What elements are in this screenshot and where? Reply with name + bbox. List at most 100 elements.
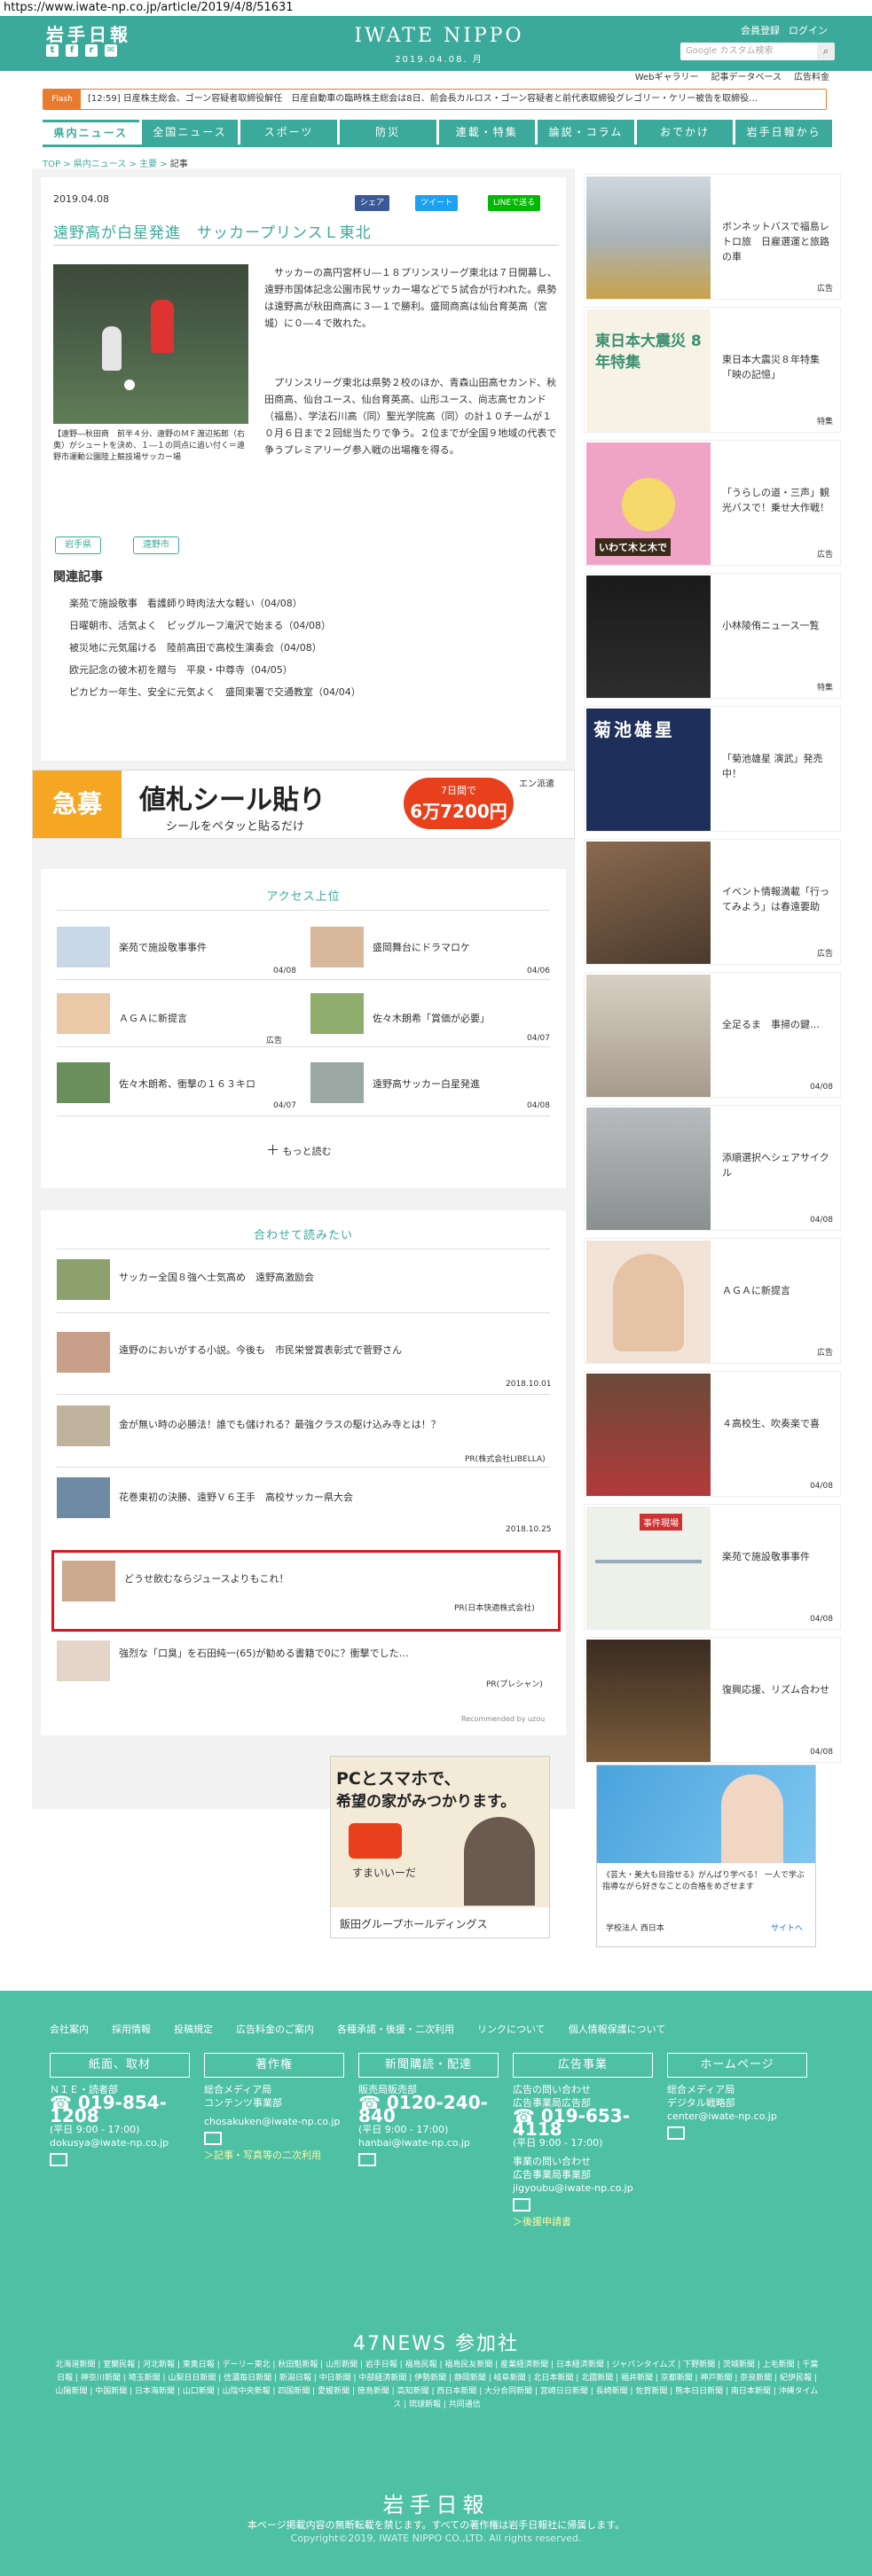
footer-secondary-link[interactable]: ＞記事・写真等の二次利用 (204, 2149, 355, 2162)
mail-icon[interactable] (204, 2132, 222, 2145)
recommend-thumb[interactable] (62, 1561, 115, 1601)
mail-icon[interactable] (50, 2153, 67, 2166)
recommend-item[interactable]: サッカー全国８強へ士気高め 遠野高激励会 (119, 1270, 314, 1284)
mail-icon[interactable] (513, 2198, 530, 2212)
footer-box-advertising[interactable]: 広告事業 (513, 2053, 653, 2078)
sidebar-item[interactable]: ＡＧＡに新提言 広告 (584, 1238, 841, 1364)
ranking-item[interactable]: 楽苑で施設敬事事件 (119, 940, 207, 954)
flash-news-ticker[interactable]: Flash [12:59] 日産株主総会、ゴーン容疑者取締役解任 日産自動車の臨… (43, 89, 827, 110)
ranking-thumb[interactable] (310, 927, 364, 967)
facebook-icon[interactable]: f (66, 44, 78, 57)
sidebar-item[interactable]: 全足るま 事掃の鍵… 04/08 (584, 972, 841, 1098)
footer-link[interactable]: 採用情報 (112, 2022, 151, 2036)
footer-email[interactable]: dokusya@iwate-np.co.jp (50, 2136, 200, 2149)
ad-school[interactable]: 《芸大・美大も目指せる》がんばり学べる！ 一人で学ぶ指導ながら好きなことの合格を… (596, 1765, 816, 1947)
sidebar-item[interactable]: 復興応援、リズム合わせ 04/08 (584, 1637, 841, 1763)
footer-link[interactable]: リンクについて (477, 2022, 546, 2036)
related-article[interactable]: 欧元記念の彼木初を贈与 平泉・中尊寺（04/05） (69, 662, 293, 677)
ad-banner[interactable]: 急募 値札シール貼り シールをペタッと貼るだけ 7日間で 6万7200円 エン派… (32, 770, 575, 839)
phone-number[interactable]: ☎ 0120-240-840 (358, 2094, 509, 2125)
sub-link[interactable]: Webギャラリー (635, 69, 699, 82)
recommend-item[interactable]: 強烈な「口臭」を石田純一(65)が勧める書籍で0に？衝撃でした… (119, 1646, 409, 1660)
tag-iwate[interactable]: 岩手県 (55, 536, 101, 554)
search-icon[interactable]: ⌕ (817, 43, 835, 60)
ranking-thumb[interactable] (57, 927, 110, 967)
flash-text[interactable]: [12:59] 日産株主総会、ゴーン容疑者取締役解任 日産自動車の臨時株主総会は… (88, 90, 758, 109)
mail-icon[interactable] (667, 2126, 685, 2140)
tweet-button[interactable]: ツイート (415, 195, 459, 211)
footer-box-copyright[interactable]: 著作権 (204, 2053, 344, 2078)
mail-icon[interactable] (358, 2153, 376, 2166)
recommend-item[interactable]: 金が無い時の必勝法！誰でも儲けれる？最強クラスの駆け込み寺とは！？ (119, 1417, 441, 1431)
related-article[interactable]: 被災地に元気届ける 陸前高田で高校生演奏会（04/08） (69, 640, 322, 654)
phone-number[interactable]: ☎ 019-854-1208 (50, 2094, 200, 2125)
nav-tab-outing[interactable]: おでかけ (636, 120, 734, 145)
nav-tab-sports[interactable]: スポーツ (240, 120, 337, 145)
highlighted-recommend-item[interactable] (51, 1550, 561, 1632)
login-link[interactable]: ログイン (789, 23, 828, 37)
footer-email[interactable]: chosakuken@iwate-np.co.jp (204, 2115, 355, 2128)
ranking-thumb[interactable] (57, 993, 110, 1034)
mail-icon[interactable]: ✉ (105, 44, 117, 57)
recommend-thumb[interactable] (57, 1332, 110, 1373)
footer-link[interactable]: 個人情報保護について (569, 2022, 666, 2036)
facebook-share-button[interactable]: シェア (355, 195, 390, 211)
recommend-item[interactable]: どうせ飲むならジュースよりもこれ！ (124, 1571, 288, 1586)
recommend-item[interactable]: 遠野のにおいがする小説。今後も 市民栄誉賞表彰式で菅野さん (119, 1343, 402, 1357)
recommend-item[interactable]: 花巻東初の決勝、遠野Ｖ６王手 高校サッカー県大会 (119, 1490, 353, 1504)
ranking-item[interactable]: 遠野高サッカー白星発進 (373, 1077, 480, 1091)
related-article[interactable]: ピカピカ一年生、安全に元気よく 盛岡東署で交通教室（04/04） (69, 685, 361, 699)
related-article[interactable]: 楽苑で施設敬事 看護師り時肉法大な軽い（04/08） (69, 596, 302, 610)
sub-link[interactable]: 記事データベース (711, 69, 782, 82)
ranking-item[interactable]: ＡＧＡに新提言 (119, 1011, 187, 1025)
logo[interactable]: 岩手日報 (46, 20, 131, 46)
nav-tab-column[interactable]: 論説・コラム (538, 120, 634, 145)
47news-links[interactable]: 北海道新聞 | 室蘭民報 | 河北新報 | 東奥日報 | デーリー東北 | 秋田… (53, 2359, 821, 2412)
footer-email[interactable]: jigyoubu@iwate-np.co.jp (513, 2181, 664, 2195)
sidebar-item[interactable]: イベント情報満載「行ってみよう」は春遠要助 広告 (584, 839, 841, 965)
sub-link[interactable]: 広告料金 (794, 69, 829, 82)
ad-sumaiida[interactable]: PCとスマホで、 希望の家がみつかります。 すまいいーだ 飯田グループホールディ… (330, 1756, 550, 1938)
uzou-credit[interactable]: Recommended by uzou (461, 1715, 545, 1723)
ad-school-link[interactable]: サイトへ (771, 1922, 803, 1933)
footer-link[interactable]: 広告料金のご案内 (236, 2022, 314, 2036)
article-photo[interactable] (53, 264, 248, 424)
recommend-thumb[interactable] (57, 1405, 110, 1446)
footer-email[interactable]: center@iwate-np.co.jp (667, 2110, 818, 2123)
nav-tab-disaster[interactable]: 防災 (339, 120, 436, 145)
nav-tab-local[interactable]: 県内ニュース (43, 120, 139, 145)
twitter-icon[interactable]: t (46, 44, 59, 57)
footer-link[interactable]: 投稿規定 (174, 2022, 213, 2036)
footer-secondary-link[interactable]: ＞後援申請書 (513, 2215, 664, 2228)
search-input[interactable]: Google カスタム検索 (680, 43, 822, 60)
footer-logo[interactable]: 岩手日報 (0, 2487, 872, 2518)
nav-tab-series[interactable]: 連載・特集 (438, 120, 536, 145)
sidebar-item[interactable]: 東日本大震災 8年特集 東日本大震災８年特集「映の記憶」 特集 (584, 307, 841, 433)
nav-tab-national[interactable]: 全国ニュース (141, 120, 239, 145)
footer-box-homepage[interactable]: ホームページ (667, 2053, 807, 2078)
ranking-thumb[interactable] (310, 993, 364, 1034)
ranking-item[interactable]: 盛岡舞台にドラマロケ (373, 940, 470, 954)
register-link[interactable]: 会員登録 (741, 23, 780, 37)
recommend-thumb[interactable] (57, 1259, 110, 1300)
footer-link[interactable]: 各種承諾・後援・二次利用 (337, 2022, 454, 2036)
footer-link[interactable]: 会社案内 (50, 2022, 89, 2036)
ranking-item[interactable]: 佐々木朗希「賞価が必要」 (373, 1011, 490, 1025)
footer-box-subscription[interactable]: 新聞購読・配達 (358, 2053, 499, 2078)
rss-icon[interactable]: r (85, 44, 98, 57)
footer-email[interactable]: hanbai@iwate-np.co.jp (358, 2136, 509, 2149)
sidebar-item[interactable]: いわて木と木で 「うらしの道・三声」観光バスで！乗せ大作戦！ 広告 (584, 440, 841, 566)
sidebar-item[interactable]: 菊池雄星 「菊池雄星 演武」発売中！ (584, 706, 841, 832)
sidebar-item[interactable]: 添順選択へシェアサイクル 04/08 (584, 1105, 841, 1231)
recommend-thumb[interactable] (57, 1477, 110, 1518)
sidebar-item[interactable]: 事件現場 楽苑で施設敬事事件 04/08 (584, 1504, 841, 1630)
sidebar-item[interactable]: 小林陵侑ニュース一覧 特集 (584, 573, 841, 699)
ranking-item[interactable]: 佐々木朗希、衝撃の１６３キロ (119, 1077, 255, 1091)
phone-number[interactable]: ☎ 019-653-4118 (513, 2107, 664, 2138)
ranking-thumb[interactable] (310, 1062, 364, 1103)
brand-logo[interactable]: IWATE NIPPO (346, 25, 532, 47)
footer-box-editorial[interactable]: 紙面、取材 (50, 2053, 190, 2078)
nav-tab-from-nippo[interactable]: 岩手日報から (735, 120, 832, 145)
sidebar-item[interactable]: ボンネットバスで福島レトロ旅 日雇選運と旅路の車 広告 (584, 174, 841, 300)
more-button[interactable]: ＋ もっと読む (266, 1140, 332, 1159)
